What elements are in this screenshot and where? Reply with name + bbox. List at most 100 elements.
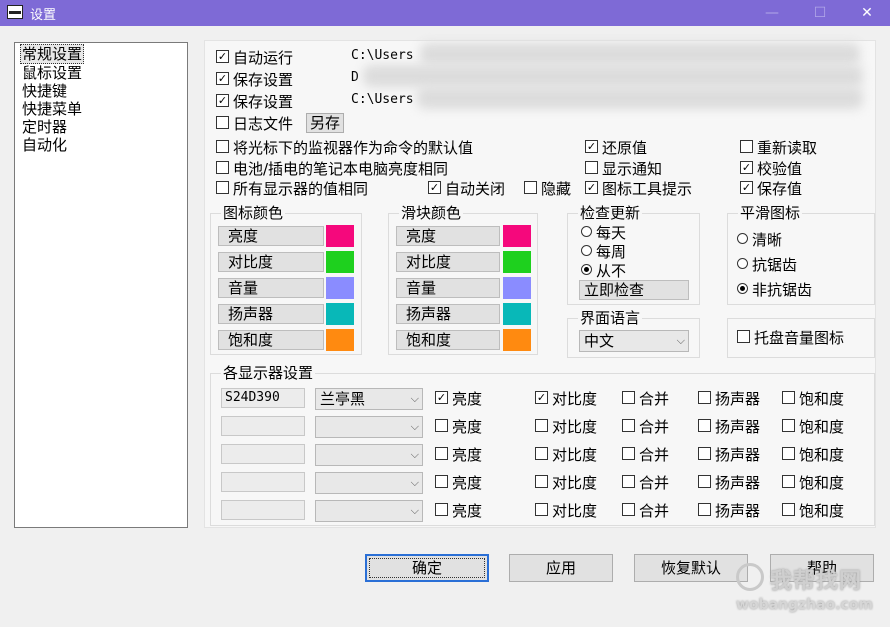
slider-color-brightness-swatch[interactable] (503, 225, 531, 247)
slider-color-contrast-swatch[interactable] (503, 251, 531, 273)
monitor-brightness-checkbox[interactable]: 亮度 (435, 502, 482, 520)
monitor-saturation-checkbox[interactable]: 饱和度 (782, 390, 844, 408)
ok-button[interactable]: 确定 (365, 554, 489, 582)
monitor-contrast-checkbox[interactable]: 对比度 (535, 446, 597, 464)
monitor-speaker-checkbox[interactable]: 扬声器 (698, 418, 760, 436)
update-daily-radio[interactable]: 每天 (581, 224, 626, 242)
monitor-contrast-checkbox[interactable]: 对比度 (535, 474, 597, 492)
battery-same-brightness-checkbox[interactable]: 电池/插电的笔记本电脑亮度相同 (216, 160, 448, 178)
monitor-speaker-checkbox[interactable]: 扬声器 (698, 390, 760, 408)
smooth-icon-group: 平滑图标 清晰 抗锯齿 非抗锯齿 (727, 203, 875, 305)
monitor-contrast-checkbox[interactable]: 对比度 (535, 418, 597, 436)
monitor-font-select[interactable]: 兰亭黑 ⌵ (315, 388, 423, 410)
update-never-radio[interactable]: 从不 (581, 262, 626, 280)
update-weekly-radio[interactable]: 每周 (581, 243, 626, 261)
monitor-name-field[interactable]: S24D390 (221, 388, 305, 408)
category-item-timer[interactable]: 定时器 (21, 118, 68, 136)
category-item-mouse[interactable]: 鼠标设置 (21, 64, 83, 82)
monitor-brightness-checkbox[interactable]: 亮度 (435, 474, 482, 492)
checkbox-box: ✓ (535, 391, 548, 404)
monitor-merge-checkbox[interactable]: 合并 (622, 502, 669, 520)
monitor-saturation-checkbox[interactable]: 饱和度 (782, 502, 844, 520)
monitor-brightness-checkbox[interactable]: 亮度 (435, 418, 482, 436)
log-saveas-button[interactable]: 另存 (306, 113, 345, 133)
category-list[interactable]: 常规设置 鼠标设置 快捷键 快捷菜单 定时器 自动化 (14, 42, 188, 528)
ui-language-select[interactable]: 中文 ⌵ (579, 330, 689, 352)
icon-color-brightness-swatch[interactable] (326, 225, 354, 247)
monitor-font-select[interactable]: ⌵ (315, 500, 423, 522)
monitor-name-field[interactable] (221, 472, 305, 492)
icon-color-contrast-button[interactable]: 对比度 (218, 252, 324, 272)
monitor-font-select[interactable]: ⌵ (315, 472, 423, 494)
icon-color-saturation-button[interactable]: 饱和度 (218, 330, 324, 350)
category-item-general[interactable]: 常规设置 (20, 44, 85, 64)
slider-color-speaker-swatch[interactable] (503, 303, 531, 325)
monitor-speaker-checkbox[interactable]: 扬声器 (698, 446, 760, 464)
monitor-font-select[interactable]: ⌵ (315, 416, 423, 438)
reset-defaults-button[interactable]: 恢复默认 (634, 554, 748, 582)
icon-color-saturation-swatch[interactable] (326, 329, 354, 351)
category-item-quick-menu[interactable]: 快捷菜单 (21, 100, 83, 118)
auto-close-checkbox[interactable]: ✓ 自动关闭 (428, 180, 505, 198)
smooth-clear-radio[interactable]: 清晰 (737, 231, 782, 249)
apply-button[interactable]: 应用 (509, 554, 613, 582)
monitor-name-field[interactable] (221, 500, 305, 520)
minimize-button[interactable]: — (749, 0, 795, 26)
slider-color-saturation-button[interactable]: 饱和度 (396, 330, 500, 350)
icon-color-volume-swatch[interactable] (326, 277, 354, 299)
log-file-checkbox[interactable]: 日志文件 (216, 115, 293, 133)
monitor-name-field[interactable] (221, 444, 305, 464)
monitor-merge-checkbox[interactable]: 合并 (622, 446, 669, 464)
slider-color-contrast-button[interactable]: 对比度 (396, 252, 500, 272)
monitor-name-field[interactable] (221, 416, 305, 436)
monitor-contrast-checkbox[interactable]: 对比度 (535, 502, 597, 520)
cursor-monitor-default-checkbox[interactable]: 将光标下的监视器作为命令的默认值 (216, 139, 473, 157)
monitor-merge-checkbox[interactable]: 合并 (622, 474, 669, 492)
autorun-checkbox[interactable]: ✓ 自动运行 (216, 49, 293, 67)
tray-volume-checkbox[interactable]: 托盘音量图标 (737, 329, 844, 347)
category-item-automation[interactable]: 自动化 (21, 136, 68, 154)
verify-values-checkbox[interactable]: ✓ 校验值 (740, 160, 802, 178)
monitor-saturation-checkbox[interactable]: 饱和度 (782, 446, 844, 464)
smooth-antialias-radio[interactable]: 抗锯齿 (737, 256, 797, 274)
monitor-font-select[interactable]: ⌵ (315, 444, 423, 466)
slider-color-speaker-button[interactable]: 扬声器 (396, 304, 500, 324)
checkbox-label: 保存设置 (233, 93, 294, 111)
monitor-brightness-checkbox[interactable]: 亮度 (435, 446, 482, 464)
checkbox-label: 保存值 (757, 180, 803, 198)
save-settings-2-checkbox[interactable]: ✓ 保存设置 (216, 93, 293, 111)
all-monitors-same-checkbox[interactable]: 所有显示器的值相同 (216, 180, 368, 198)
icon-color-contrast-swatch[interactable] (326, 251, 354, 273)
save-values-checkbox[interactable]: ✓ 保存值 (740, 180, 802, 198)
monitor-speaker-checkbox[interactable]: 扬声器 (698, 474, 760, 492)
icon-color-volume-button[interactable]: 音量 (218, 278, 324, 298)
show-notification-checkbox[interactable]: 显示通知 (585, 160, 662, 178)
monitor-brightness-checkbox[interactable]: ✓ 亮度 (435, 390, 482, 408)
check-now-button[interactable]: 立即检查 (579, 280, 689, 300)
checkbox-box (524, 181, 537, 194)
icon-color-brightness-button[interactable]: 亮度 (218, 226, 324, 246)
slider-color-saturation-swatch[interactable] (503, 329, 531, 351)
monitor-merge-checkbox[interactable]: 合并 (622, 390, 669, 408)
maximize-button[interactable]: ☐ (797, 0, 843, 26)
monitor-saturation-checkbox[interactable]: 饱和度 (782, 474, 844, 492)
checkbox-box (622, 503, 635, 516)
slider-color-volume-button[interactable]: 音量 (396, 278, 500, 298)
monitor-saturation-checkbox[interactable]: 饱和度 (782, 418, 844, 436)
monitor-merge-checkbox[interactable]: 合并 (622, 418, 669, 436)
smooth-non-antialias-radio[interactable]: 非抗锯齿 (737, 281, 812, 299)
hide-checkbox[interactable]: 隐藏 (524, 180, 571, 198)
slider-color-volume-swatch[interactable] (503, 277, 531, 299)
slider-color-brightness-button[interactable]: 亮度 (396, 226, 500, 246)
icon-tooltip-checkbox[interactable]: ✓ 图标工具提示 (585, 180, 692, 198)
category-item-hotkeys[interactable]: 快捷键 (21, 82, 68, 100)
monitor-speaker-checkbox[interactable]: 扬声器 (698, 502, 760, 520)
reread-checkbox[interactable]: 重新读取 (740, 139, 817, 157)
restore-values-checkbox[interactable]: ✓ 还原值 (585, 139, 647, 157)
close-button[interactable]: ✕ (844, 0, 890, 26)
save-settings-checkbox[interactable]: ✓ 保存设置 (216, 71, 293, 89)
icon-color-speaker-swatch[interactable] (326, 303, 354, 325)
checkbox-label: 饱和度 (799, 418, 845, 436)
icon-color-speaker-button[interactable]: 扬声器 (218, 304, 324, 324)
monitor-contrast-checkbox[interactable]: ✓ 对比度 (535, 390, 597, 408)
